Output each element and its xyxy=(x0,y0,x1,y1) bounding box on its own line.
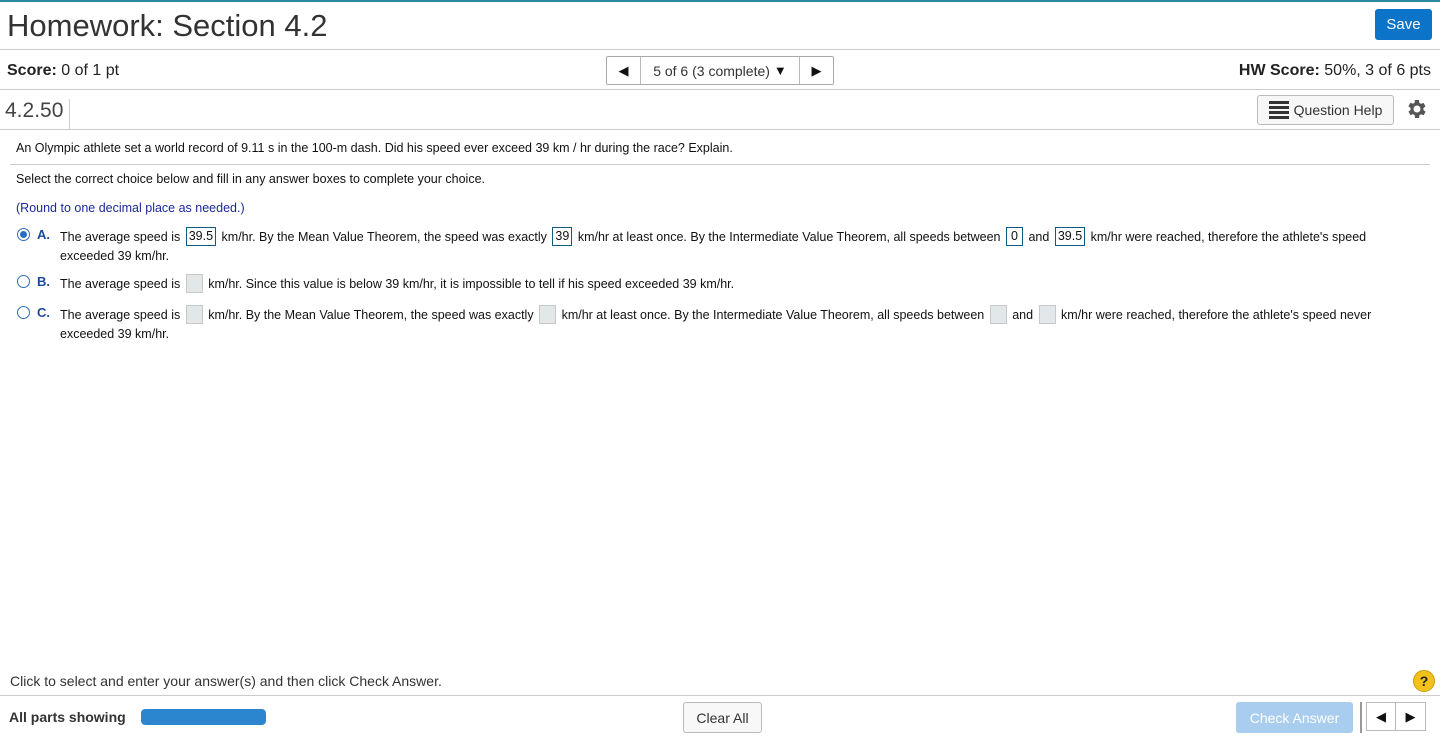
caret-down-icon: ▼ xyxy=(773,63,787,78)
answer-box-upper-speed[interactable] xyxy=(1038,304,1056,324)
save-button[interactable]: Save xyxy=(1375,9,1432,40)
hw-score-label: HW Score: xyxy=(1238,62,1320,79)
next-question-button[interactable]: ▶ xyxy=(799,57,833,84)
text-segment: The average speed is xyxy=(60,230,181,244)
choice-a-text: The average speed is 39.5 km/hr. By the … xyxy=(60,226,1420,266)
choice-a-label: A. xyxy=(37,227,50,242)
radio-b[interactable] xyxy=(17,275,30,288)
score-value: 0 of 1 pt xyxy=(61,62,120,79)
choice-c-text: The average speed is km/hr. By the Mean … xyxy=(60,304,1420,344)
clear-all-button[interactable]: Clear All xyxy=(683,702,762,733)
progress-fill xyxy=(141,709,266,725)
next-question-button[interactable]: ▶ xyxy=(1396,702,1426,731)
text-segment: km/hr at least once. By the Intermediate… xyxy=(561,308,985,322)
check-answer-button[interactable]: Check Answer xyxy=(1236,702,1353,733)
hw-score: HW Score: 50%, 3 of 6 pts xyxy=(1239,62,1431,80)
prev-question-button[interactable]: ◀ xyxy=(1366,702,1396,731)
list-icon xyxy=(1268,101,1289,119)
instruction-hint: Click to select and enter your answer(s)… xyxy=(10,673,442,689)
question-help-label: Question Help xyxy=(1293,102,1383,118)
text-segment: km/hr. By the Mean Value Theorem, the sp… xyxy=(208,308,534,322)
answer-box-lower-speed[interactable]: 0 xyxy=(1005,226,1023,246)
gear-icon[interactable] xyxy=(1404,97,1428,121)
page-title: Homework: Section 4.2 xyxy=(7,8,328,43)
question-prompt: An Olympic athlete set a world record of… xyxy=(16,141,733,155)
choice-b[interactable]: B. The average speed is km/hr. Since thi… xyxy=(17,273,1427,297)
question-bar: 4.2.50 Question Help xyxy=(0,90,1440,130)
radio-a[interactable] xyxy=(17,228,30,241)
choice-a[interactable]: A. The average speed is 39.5 km/hr. By t… xyxy=(17,226,1427,268)
text-segment: km/hr at least once. By the Intermediate… xyxy=(577,230,1001,244)
hw-score-value: 50%, 3 of 6 pts xyxy=(1324,62,1431,79)
text-segment: km/hr. By the Mean Value Theorem, the sp… xyxy=(221,230,547,244)
question-help-button[interactable]: Question Help xyxy=(1257,95,1394,125)
arrow-left-icon: ◀ xyxy=(1376,708,1386,724)
choice-b-text: The average speed is km/hr. Since this v… xyxy=(60,273,1420,294)
choice-c-label: C. xyxy=(37,305,50,320)
text-segment: The average speed is xyxy=(60,277,181,291)
question-position: 5 of 6 (3 complete) xyxy=(653,62,770,79)
text-segment: and xyxy=(1028,230,1050,244)
text-segment: km/hr. Since this value is below 39 km/h… xyxy=(208,277,735,291)
choice-b-label: B. xyxy=(37,274,50,289)
answer-box-exact-speed[interactable]: 39 xyxy=(552,226,573,246)
choice-c[interactable]: C. The average speed is km/hr. By the Me… xyxy=(17,304,1427,346)
answer-box-lower-speed[interactable] xyxy=(989,304,1007,324)
footer-navigator: ◀ ▶ xyxy=(1360,702,1426,733)
arrow-right-icon: ▶ xyxy=(1405,708,1416,724)
question-select-dropdown[interactable]: 5 of 6 (3 complete) ▼ xyxy=(641,57,799,84)
footer-bar: All parts showing Clear All Check Answer… xyxy=(0,695,1440,736)
prev-question-button[interactable]: ◀ xyxy=(607,57,641,84)
header-bar: Homework: Section 4.2 Save xyxy=(0,2,1440,50)
question-number: 4.2.50 xyxy=(5,99,71,129)
answer-box-average-speed[interactable]: 39.5 xyxy=(185,226,217,246)
progress-bar xyxy=(141,709,266,725)
score-bar: Score: 0 of 1 pt ◀ 5 of 6 (3 complete) ▼… xyxy=(0,50,1440,90)
score-label: Score: xyxy=(7,62,57,79)
arrow-left-icon: ◀ xyxy=(618,62,629,78)
parts-status: All parts showing xyxy=(9,709,126,725)
instruction-text: Select the correct choice below and fill… xyxy=(16,172,485,186)
arrow-right-icon: ▶ xyxy=(811,62,822,78)
question-navigator: ◀ 5 of 6 (3 complete) ▼ ▶ xyxy=(606,56,834,85)
answer-box-upper-speed[interactable]: 39.5 xyxy=(1054,226,1086,246)
rounding-note: (Round to one decimal place as needed.) xyxy=(16,201,245,215)
help-icon[interactable]: ? xyxy=(1413,670,1435,692)
answer-box-average-speed[interactable] xyxy=(185,273,203,293)
answer-box-average-speed[interactable] xyxy=(185,304,203,324)
score: Score: 0 of 1 pt xyxy=(7,62,119,80)
divider xyxy=(10,164,1430,165)
text-segment: and xyxy=(1012,308,1034,322)
radio-c[interactable] xyxy=(17,306,30,319)
answer-box-exact-speed[interactable] xyxy=(539,304,557,324)
text-segment: The average speed is xyxy=(60,308,181,322)
